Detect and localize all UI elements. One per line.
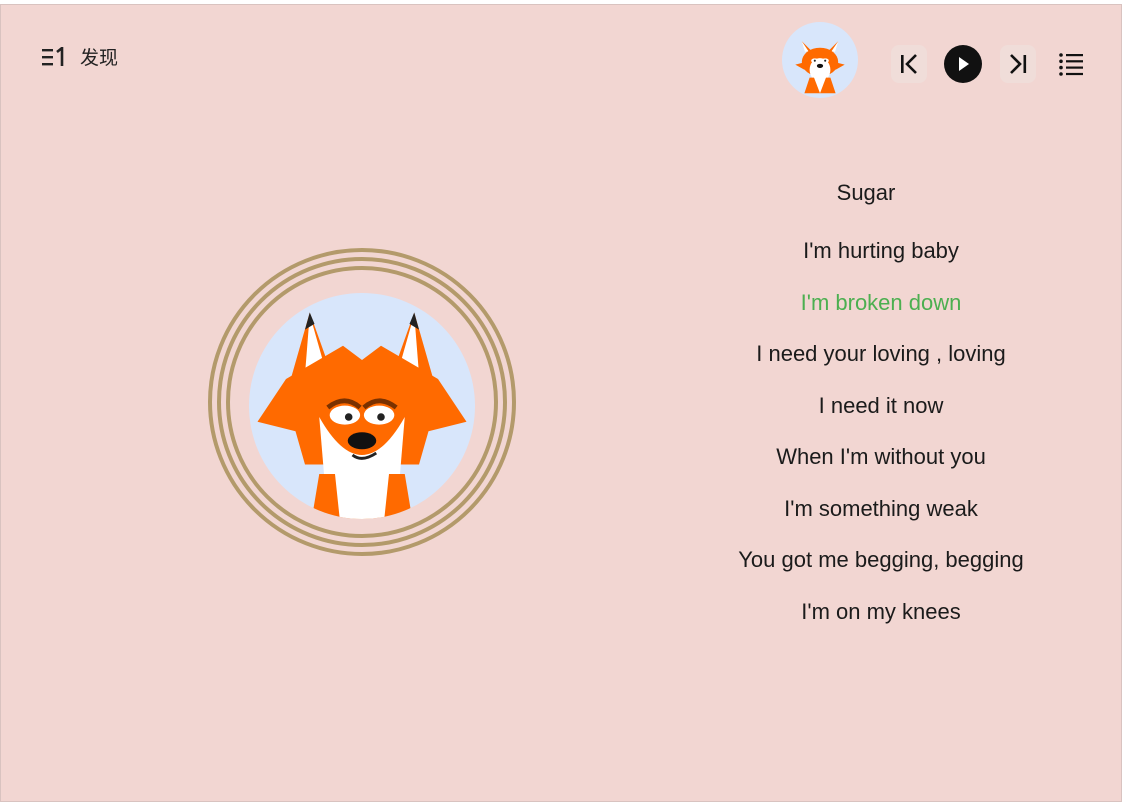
music-player-window: 发现 Sugar I'm hurting baby I'm broken dow… (0, 4, 1122, 802)
playlist-one-icon (42, 46, 64, 66)
now-playing-cover[interactable] (782, 22, 858, 98)
album-art (206, 246, 518, 558)
next-button[interactable] (1000, 45, 1036, 83)
discover-nav[interactable]: 发现 (42, 43, 118, 70)
playlist-button[interactable] (1053, 45, 1089, 83)
skip-next-icon (1010, 54, 1027, 74)
play-icon (959, 57, 969, 71)
previous-button[interactable] (891, 45, 927, 83)
discover-label: 发现 (80, 47, 119, 69)
lyric-line-active[interactable]: I'm broken down (691, 288, 1071, 340)
lyric-line[interactable]: I need your loving , loving (691, 339, 1071, 391)
album-cover-illustration (208, 248, 516, 556)
lyrics-list: I'm hurting baby I'm broken down I need yo… (691, 236, 1071, 648)
play-button[interactable] (944, 45, 982, 83)
lyric-line[interactable]: When I'm without you (691, 442, 1071, 494)
lyric-line[interactable]: I need it now (691, 391, 1071, 443)
lyrics-panel: Sugar I'm hurting baby I'm broken down I n… (691, 180, 1071, 648)
lyric-line[interactable]: You got me begging, begging (691, 545, 1071, 597)
list-icon (1059, 53, 1083, 76)
lyric-line[interactable]: I'm hurting baby (691, 236, 1071, 288)
fox-avatar (795, 41, 845, 94)
lyric-line[interactable]: I'm on my knees (691, 597, 1071, 649)
skip-previous-icon (901, 54, 917, 74)
song-title: Sugar (836, 180, 896, 205)
lyric-line[interactable]: I'm something weak (691, 494, 1071, 546)
